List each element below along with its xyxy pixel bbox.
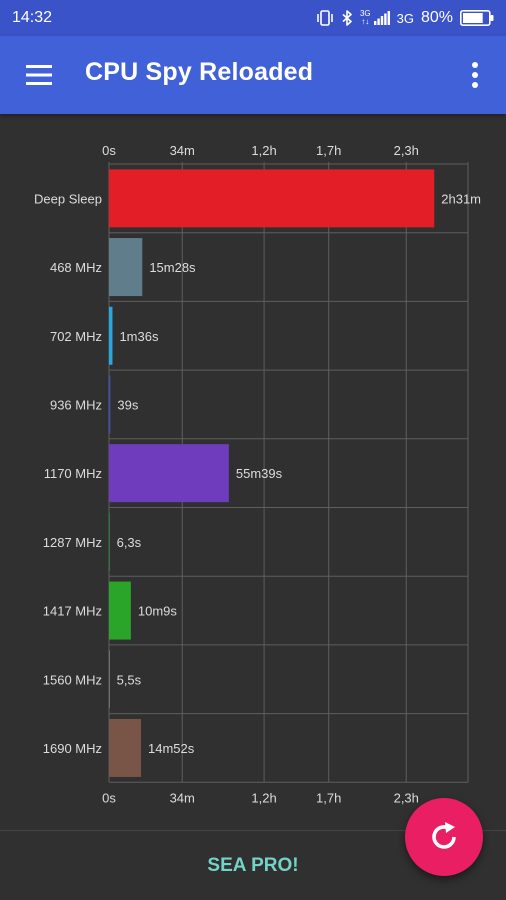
category-label: 1560 MHz xyxy=(43,672,102,687)
app-root: 14:32 3G ↑↓ 3G 80% CPU Spy Reloaded 0s 0… xyxy=(0,0,506,900)
x-tick-label-top: 1,7h xyxy=(316,143,341,158)
bar xyxy=(109,444,229,503)
bar xyxy=(109,375,111,434)
x-tick-label-top: 0s xyxy=(102,143,116,158)
bar-value-label: 55m39s xyxy=(236,466,283,481)
status-time: 14:32 xyxy=(12,9,53,26)
bar-value-label: 15m28s xyxy=(149,260,196,275)
x-tick-label-bottom: 34m xyxy=(170,790,195,805)
bar-value-label: 6,3s xyxy=(117,535,142,550)
x-tick-label-bottom: 0s xyxy=(102,790,116,805)
hamburger-menu-icon[interactable] xyxy=(20,61,58,89)
bar xyxy=(109,718,142,777)
status-icons: 3G ↑↓ 3G 80% xyxy=(316,9,494,27)
bar-value-label: 5,5s xyxy=(117,672,142,687)
category-label: 1690 MHz xyxy=(43,741,102,756)
bluetooth-icon xyxy=(341,10,353,26)
category-label: Deep Sleep xyxy=(34,191,102,206)
bar xyxy=(109,512,110,571)
app-bar: CPU Spy Reloaded xyxy=(0,36,506,114)
refresh-icon xyxy=(432,822,456,849)
vibrate-icon xyxy=(316,10,334,26)
bar-value-label: 1m36s xyxy=(119,329,159,344)
bar xyxy=(109,306,113,365)
x-tick-label-top: 1,2h xyxy=(251,143,276,158)
category-label: 1417 MHz xyxy=(43,604,102,619)
x-tick-label-top: 34m xyxy=(170,143,195,158)
category-label: 1287 MHz xyxy=(43,535,102,550)
battery-icon xyxy=(460,10,494,26)
app-title: CPU Spy Reloaded xyxy=(85,58,314,86)
bar-value-label: 39s xyxy=(117,397,138,412)
bar xyxy=(109,581,131,640)
refresh-button[interactable] xyxy=(405,798,483,876)
time-in-state-chart: 0s 0s 34m 34m 1,2h 1,2h 1,7h 1,7h 2,3h 2,3h Deep S… xyxy=(0,114,506,830)
chart-svg: 0s 0s 34m 34m 1,2h 1,2h 1,7h 1,7h 2,3h 2,3h Deep S… xyxy=(34,143,481,805)
x-tick-label-bottom: 2,3h xyxy=(394,790,419,805)
bar xyxy=(109,169,435,228)
bar-value-label: 14m52s xyxy=(148,741,195,756)
category-label: 936 MHz xyxy=(50,397,102,412)
bar-value-label: 2h31m xyxy=(441,191,481,206)
battery-percent: 80% xyxy=(420,9,453,26)
more-vert-icon[interactable] xyxy=(463,60,487,90)
x-tick-label-top: 2,3h xyxy=(394,143,419,158)
network-small-bottom: ↑↓ xyxy=(361,17,370,26)
signal-icon xyxy=(373,11,390,25)
category-label: 702 MHz xyxy=(50,329,102,344)
x-tick-label-bottom: 1,7h xyxy=(316,790,341,805)
bar xyxy=(109,650,110,709)
x-tick-label-bottom: 1,2h xyxy=(251,790,276,805)
network-activity: 3G ↑↓ xyxy=(360,10,371,26)
bar-value-label: 10m9s xyxy=(138,604,178,619)
category-label: 1170 MHz xyxy=(44,466,102,481)
category-label: 468 MHz xyxy=(50,260,102,275)
network-type: 3G xyxy=(396,10,414,26)
status-bar: 14:32 3G ↑↓ 3G 80% xyxy=(0,0,506,36)
bar xyxy=(109,238,143,297)
